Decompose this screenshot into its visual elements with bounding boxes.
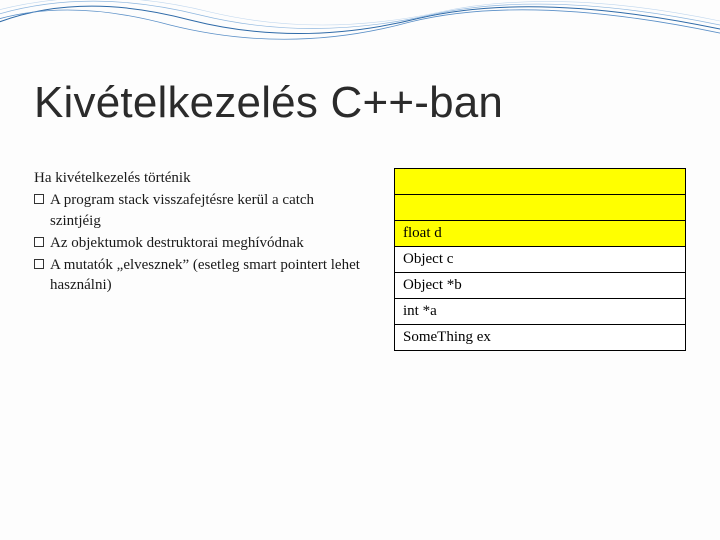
stack-cell: [395, 169, 686, 195]
header-decoration: [0, 0, 720, 50]
bullet-item: Az objektumok destruktorai meghívódnak: [34, 233, 364, 253]
stack-cell: SomeThing ex: [395, 325, 686, 351]
bullet-text: A program stack visszafejtésre kerül a c…: [50, 190, 364, 231]
bullet-item: A program stack visszafejtésre kerül a c…: [34, 190, 364, 231]
body-text: Ha kivételkezelés történik A program sta…: [34, 168, 364, 298]
bullet-text: Az objektumok destruktorai meghívódnak: [50, 233, 364, 253]
page-title: Kivételkezelés C++-ban: [34, 78, 503, 128]
lead-text: Ha kivételkezelés történik: [34, 168, 364, 188]
stack-cell: float d: [395, 221, 686, 247]
checkbox-icon: [34, 259, 44, 269]
checkbox-icon: [34, 237, 44, 247]
stack-cell: int *a: [395, 299, 686, 325]
bullet-text: A mutatók „elvesznek” (esetleg smart poi…: [50, 255, 364, 296]
bullet-item: A mutatók „elvesznek” (esetleg smart poi…: [34, 255, 364, 296]
stack-table: float d Object c Object *b int *a SomeTh…: [394, 168, 686, 351]
stack-cell: Object *b: [395, 273, 686, 299]
stack-cell: Object c: [395, 247, 686, 273]
checkbox-icon: [34, 194, 44, 204]
stack-cell: [395, 195, 686, 221]
